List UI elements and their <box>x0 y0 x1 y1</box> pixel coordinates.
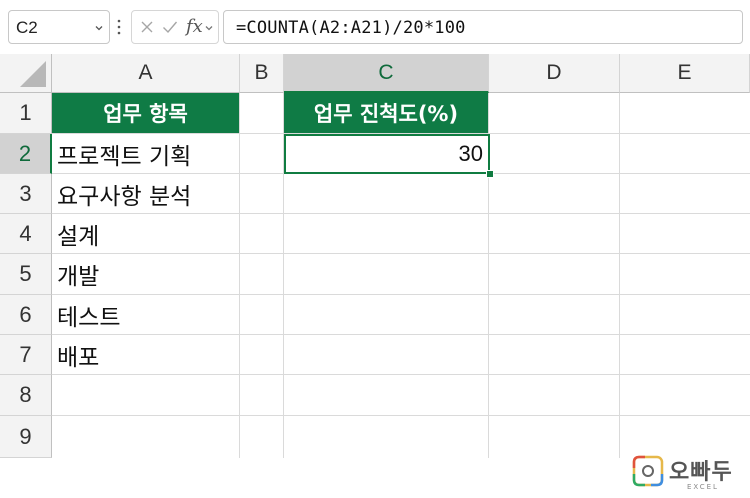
chevron-down-icon[interactable] <box>205 24 213 32</box>
formula-input[interactable]: =COUNTA(A2:A21)/20*100 <box>223 10 743 44</box>
column-header-e[interactable]: E <box>620 54 750 93</box>
chevron-down-icon[interactable] <box>95 24 103 32</box>
select-all-corner[interactable] <box>0 54 52 93</box>
cell-a6[interactable]: 테스트 <box>52 295 120 334</box>
cell-a1[interactable]: 업무 항목 <box>52 93 239 133</box>
name-box-value: C2 <box>16 18 38 37</box>
formula-text: =COUNTA(A2:A21)/20*100 <box>236 18 466 38</box>
column-header-a[interactable]: A <box>52 54 240 93</box>
gridline <box>52 213 750 214</box>
enter-check-icon[interactable] <box>162 20 178 34</box>
row-header-4[interactable]: 4 <box>0 214 52 254</box>
row-header-8[interactable]: 8 <box>0 375 52 416</box>
cell-a2[interactable]: 프로젝트 기획 <box>52 134 191 173</box>
column-header-d[interactable]: D <box>489 54 620 93</box>
cancel-icon[interactable] <box>140 20 154 34</box>
row-header-6[interactable]: 6 <box>0 295 52 335</box>
row-header-3[interactable]: 3 <box>0 174 52 214</box>
row-header-7[interactable]: 7 <box>0 335 52 375</box>
gridline <box>52 253 750 254</box>
cell-a5[interactable]: 개발 <box>52 254 99 294</box>
gridline <box>239 93 240 458</box>
row-header-9[interactable]: 9 <box>0 416 52 458</box>
insert-function-icon[interactable]: fx <box>186 16 203 37</box>
formula-controls: fx <box>131 10 219 44</box>
column-header-b[interactable]: B <box>240 54 284 93</box>
gridline <box>52 415 750 416</box>
name-box[interactable]: C2 <box>8 10 110 44</box>
gridline <box>52 374 750 375</box>
brand-sub: EXCEL <box>687 483 719 491</box>
active-cell-border <box>284 134 490 174</box>
cell-c1[interactable]: 업무 진척도(%) <box>284 93 488 133</box>
row-header-5[interactable]: 5 <box>0 254 52 295</box>
cell-a7[interactable]: 배포 <box>52 335 99 374</box>
column-header-c[interactable]: C <box>284 54 489 93</box>
spreadsheet-grid[interactable]: A B C D E 1 2 3 4 5 6 7 8 9 업무 항목 업무 진척도… <box>0 54 750 491</box>
gridline <box>52 334 750 335</box>
brand-name: 오빠두 <box>669 460 733 485</box>
formula-bar-area: C2 fx =COUNTA(A2:A21)/20*100 <box>0 0 750 54</box>
gridline <box>52 294 750 295</box>
row-header-1[interactable]: 1 <box>0 93 52 134</box>
cell-a4[interactable]: 설계 <box>52 214 99 253</box>
cell-a3[interactable]: 요구사항 분석 <box>52 174 191 213</box>
row-header-2[interactable]: 2 <box>0 134 52 174</box>
fill-handle[interactable] <box>486 170 494 178</box>
select-all-triangle-icon <box>20 61 46 87</box>
more-options-icon[interactable] <box>117 19 121 35</box>
gridline <box>619 93 620 458</box>
watermark-logo: 오빠두 EXCEL <box>631 454 741 498</box>
brand-logo-icon <box>632 455 664 487</box>
